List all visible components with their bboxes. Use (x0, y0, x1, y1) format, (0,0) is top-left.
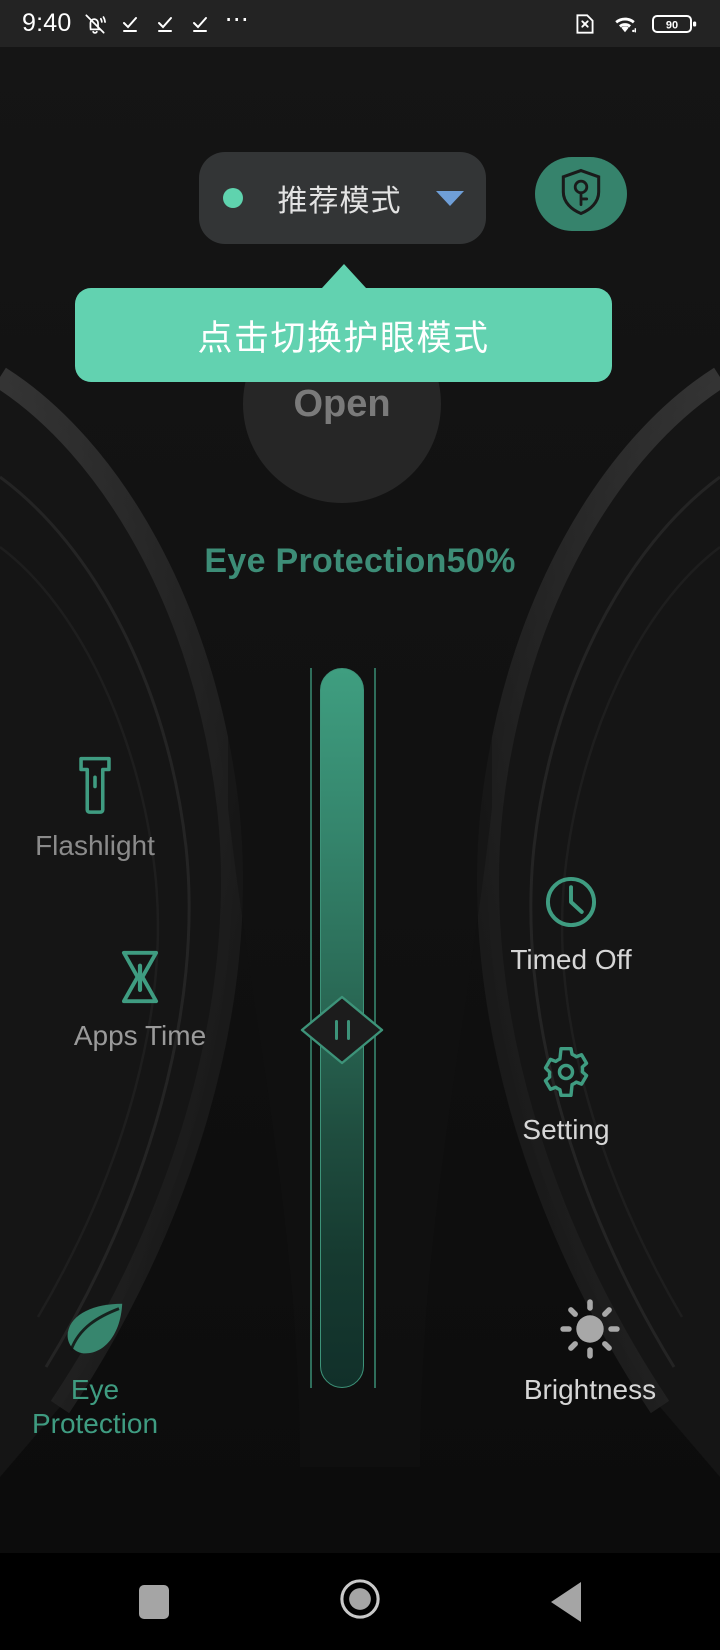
quick-item-setting[interactable]: Setting (461, 1036, 671, 1147)
mute-icon (82, 11, 108, 37)
nav-home-button[interactable] (325, 1567, 395, 1637)
status-bar-left: 9:40 ⋯ (22, 5, 572, 38)
app-screen: 9:40 ⋯ 90 推荐模式 Open 点击切换护眼模式 Eye Protect… (0, 0, 720, 1650)
mode-selector[interactable]: 推荐模式 (199, 152, 486, 244)
quick-item-label: Timed Off (510, 944, 632, 975)
page-title: Eye Protection50% (204, 542, 516, 580)
quick-item-label: Brightness (523, 1374, 657, 1405)
sun-icon (485, 1296, 695, 1360)
tooltip-body[interactable]: 点击切换护眼模式 (75, 288, 612, 382)
quick-item-label: Eye Protection (31, 1374, 159, 1439)
status-time: 9:40 (22, 9, 72, 37)
quick-item-label: Flashlight (35, 830, 155, 861)
mode-selector-label: 推荐模式 (277, 185, 402, 218)
status-bar: 9:40 ⋯ 90 (0, 0, 720, 47)
clock-icon (466, 866, 676, 930)
flashlight-icon (0, 752, 200, 816)
system-nav-bar (0, 1553, 720, 1650)
gear-icon (461, 1036, 671, 1100)
check-icon (154, 12, 178, 36)
quick-item-eye-protection[interactable]: Eye Protection (0, 1296, 200, 1441)
sim-error-icon (572, 11, 598, 37)
wifi-icon (611, 12, 639, 36)
shield-key-icon (559, 168, 603, 221)
square-icon (139, 1584, 169, 1619)
tooltip-callout[interactable]: 点击切换护眼模式 (75, 264, 612, 382)
leaf-icon (0, 1296, 200, 1360)
slider-thumb[interactable] (299, 994, 385, 1066)
status-bar-right: 90 (572, 11, 698, 37)
power-toggle-label: Open (293, 382, 391, 425)
shield-button[interactable] (535, 157, 627, 231)
nav-back-button[interactable] (531, 1567, 601, 1637)
nav-recents-button[interactable] (119, 1567, 189, 1637)
drag-handle-icon (334, 1020, 350, 1040)
chevron-down-icon[interactable] (436, 190, 464, 206)
triangle-back-icon (551, 1581, 581, 1622)
hourglass-icon (35, 942, 245, 1006)
quick-item-label: Apps Time (73, 1020, 207, 1051)
quick-item-label: Setting (522, 1114, 610, 1145)
more-dots-icon: ⋯ (224, 5, 251, 33)
circle-icon (338, 1577, 382, 1626)
quick-item-timed-off[interactable]: Timed Off (466, 866, 676, 977)
quick-item-flashlight[interactable]: Flashlight (0, 752, 200, 863)
tooltip-text: 点击切换护眼模式 (197, 318, 490, 358)
quick-item-brightness[interactable]: Brightness (485, 1296, 695, 1407)
check-icon (189, 12, 213, 36)
svg-text:90: 90 (666, 19, 678, 31)
battery-icon: 90 (652, 12, 698, 36)
quick-item-apps-time[interactable]: Apps Time (35, 942, 245, 1053)
tooltip-arrow (321, 264, 366, 288)
mode-status-dot (223, 188, 243, 208)
check-icon (119, 12, 143, 36)
